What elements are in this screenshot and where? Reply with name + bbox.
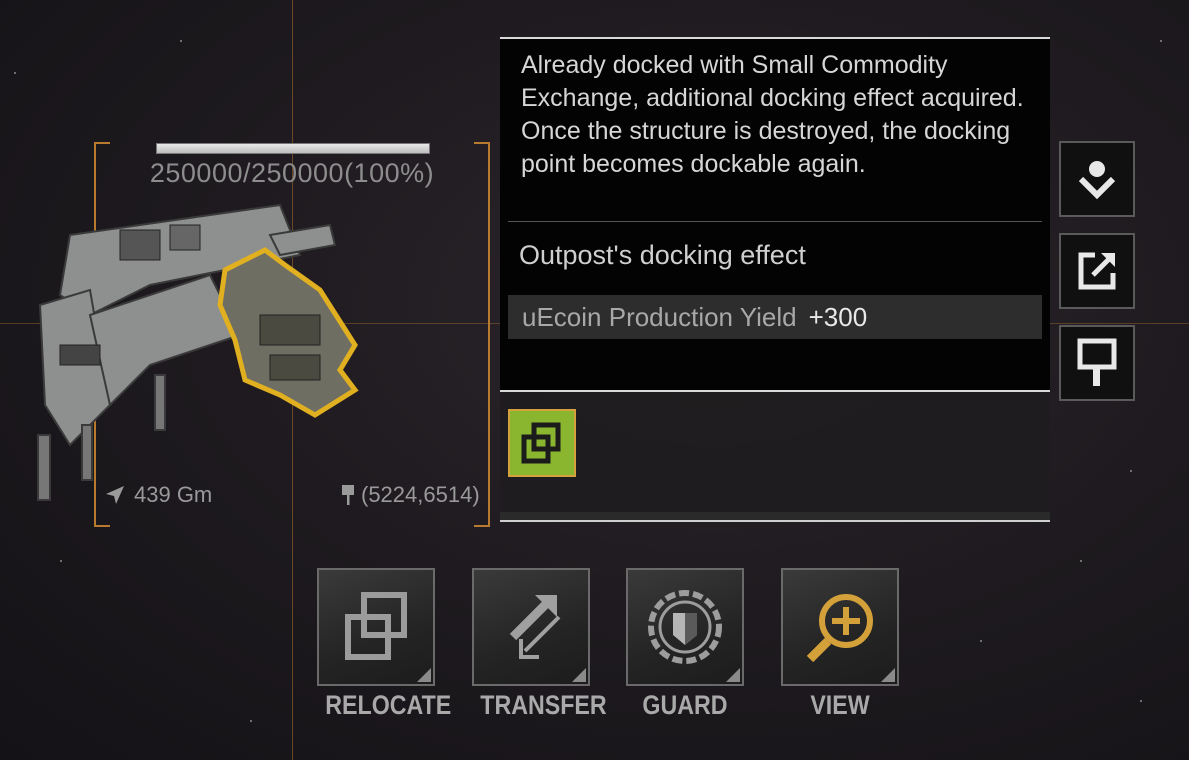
effect-title: Outpost's docking effect [519, 240, 806, 270]
effect-name: uEcoin Production Yield [522, 301, 797, 332]
guard-label: GUARD [642, 690, 728, 720]
guard-button[interactable] [626, 568, 744, 686]
relocate-icon [345, 592, 407, 660]
transfer-button[interactable] [472, 568, 590, 686]
relocate-button[interactable] [317, 568, 435, 686]
coordinate-value: (5224,6514) [361, 482, 480, 507]
transfer-action[interactable]: TRANSFER [472, 568, 607, 721]
distance-readout: 439 Gm [104, 482, 212, 508]
pin-icon [342, 485, 354, 505]
direction-arrow-icon [106, 486, 124, 504]
docking-info-panel: Already docked with Small Commodity Exch… [500, 37, 1050, 392]
relocate-label: RELOCATE [325, 690, 452, 720]
view-button[interactable] [781, 568, 899, 686]
effect-row: uEcoin Production Yield +300 [508, 295, 1042, 339]
effect-value: +300 [808, 301, 868, 332]
distance-value: 439 Gm [134, 482, 213, 507]
view-label: VIEW [810, 690, 870, 720]
view-magnifier-icon [806, 594, 873, 663]
share-external-icon [1078, 252, 1116, 290]
map-pin-icon [1077, 338, 1117, 386]
panel-divider [508, 221, 1042, 222]
view-action[interactable]: VIEW [781, 568, 899, 721]
guard-action[interactable]: GUARD [626, 568, 744, 721]
docking-slot-area [500, 392, 1050, 522]
coordinate-readout[interactable]: (5224,6514) [341, 482, 480, 508]
docking-link-icon [521, 422, 561, 464]
docking-link-button[interactable] [508, 409, 576, 477]
dock-down-button[interactable] [1059, 141, 1135, 217]
hp-bar [156, 143, 430, 154]
guard-shield-icon [648, 590, 722, 664]
relocate-action[interactable]: RELOCATE [317, 568, 452, 721]
dock-down-icon [1078, 161, 1116, 200]
hp-bar-fill [157, 144, 429, 153]
transfer-icon [509, 595, 561, 659]
share-button[interactable] [1059, 233, 1135, 309]
hp-text: 250000/250000(100%) [149, 158, 435, 188]
mark-location-button[interactable] [1059, 325, 1135, 401]
outpost-structure-image[interactable] [30, 195, 370, 505]
docking-description: Already docked with Small Commodity Exch… [521, 51, 1024, 178]
transfer-label: TRANSFER [480, 690, 607, 720]
